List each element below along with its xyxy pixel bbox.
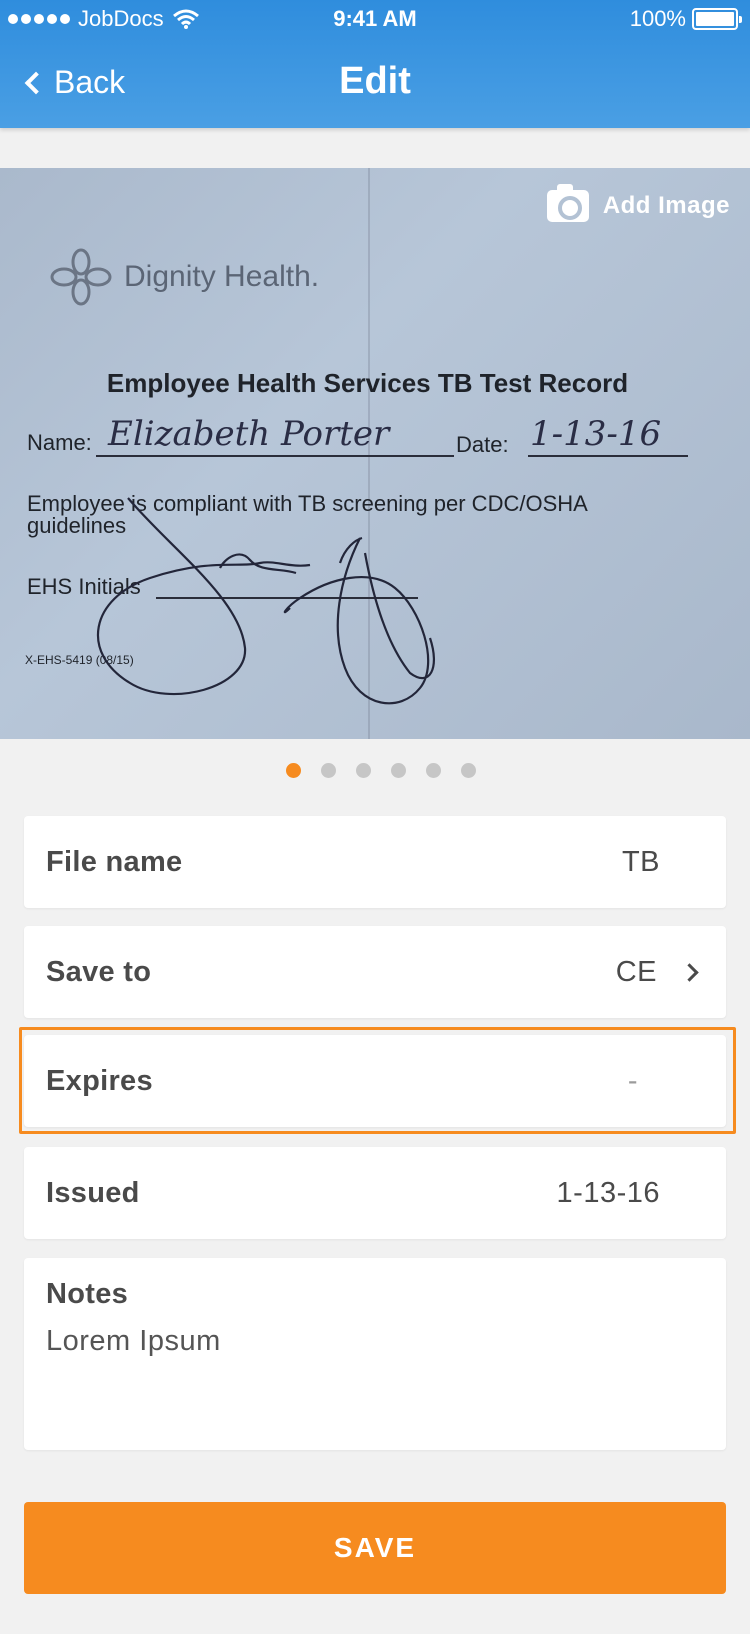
page-dot-6[interactable]: [461, 763, 476, 778]
save-to-field[interactable]: Save to CE: [24, 926, 726, 1018]
file-name-field[interactable]: File name TB: [24, 816, 726, 908]
page-dot-1[interactable]: [286, 763, 301, 778]
file-name-label: File name: [46, 845, 183, 878]
image-pager[interactable]: [0, 763, 750, 778]
page-title: Edit: [339, 60, 411, 102]
save-to-label: Save to: [46, 955, 152, 988]
signature-scribble: [96, 497, 435, 705]
notes-text[interactable]: Lorem Ipsum: [46, 1325, 704, 1358]
issued-label: Issued: [46, 1176, 140, 1209]
battery-percent: 100%: [629, 6, 686, 31]
page-dot-4[interactable]: [391, 763, 406, 778]
chevron-right-icon: [680, 962, 699, 982]
save-to-value-wrap[interactable]: CE: [616, 956, 704, 989]
save-button[interactable]: SAVE: [24, 1502, 726, 1594]
issued-value[interactable]: 1-13-16: [557, 1177, 660, 1210]
expires-label: Expires: [46, 1064, 153, 1097]
notes-label: Notes: [46, 1278, 129, 1310]
battery-icon: [692, 8, 742, 30]
expires-field[interactable]: Expires -: [24, 1035, 726, 1127]
page-dot-3[interactable]: [356, 763, 371, 778]
expires-value[interactable]: -: [628, 1065, 638, 1098]
page-dot-5[interactable]: [426, 763, 441, 778]
save-to-value: CE: [615, 955, 657, 988]
notes-field[interactable]: Notes Lorem Ipsum: [24, 1258, 726, 1450]
page-dot-2[interactable]: [321, 763, 336, 778]
nav-header: JobDocs 9:41 AM 100% Back Edit: [0, 0, 750, 128]
status-right: 100%: [629, 6, 742, 32]
status-bar: JobDocs 9:41 AM 100%: [0, 0, 750, 40]
document-image[interactable]: Add Image Dignity Health. Employee Healt…: [0, 168, 750, 739]
file-name-value[interactable]: TB: [622, 846, 660, 879]
issued-field[interactable]: Issued 1-13-16: [24, 1147, 726, 1239]
